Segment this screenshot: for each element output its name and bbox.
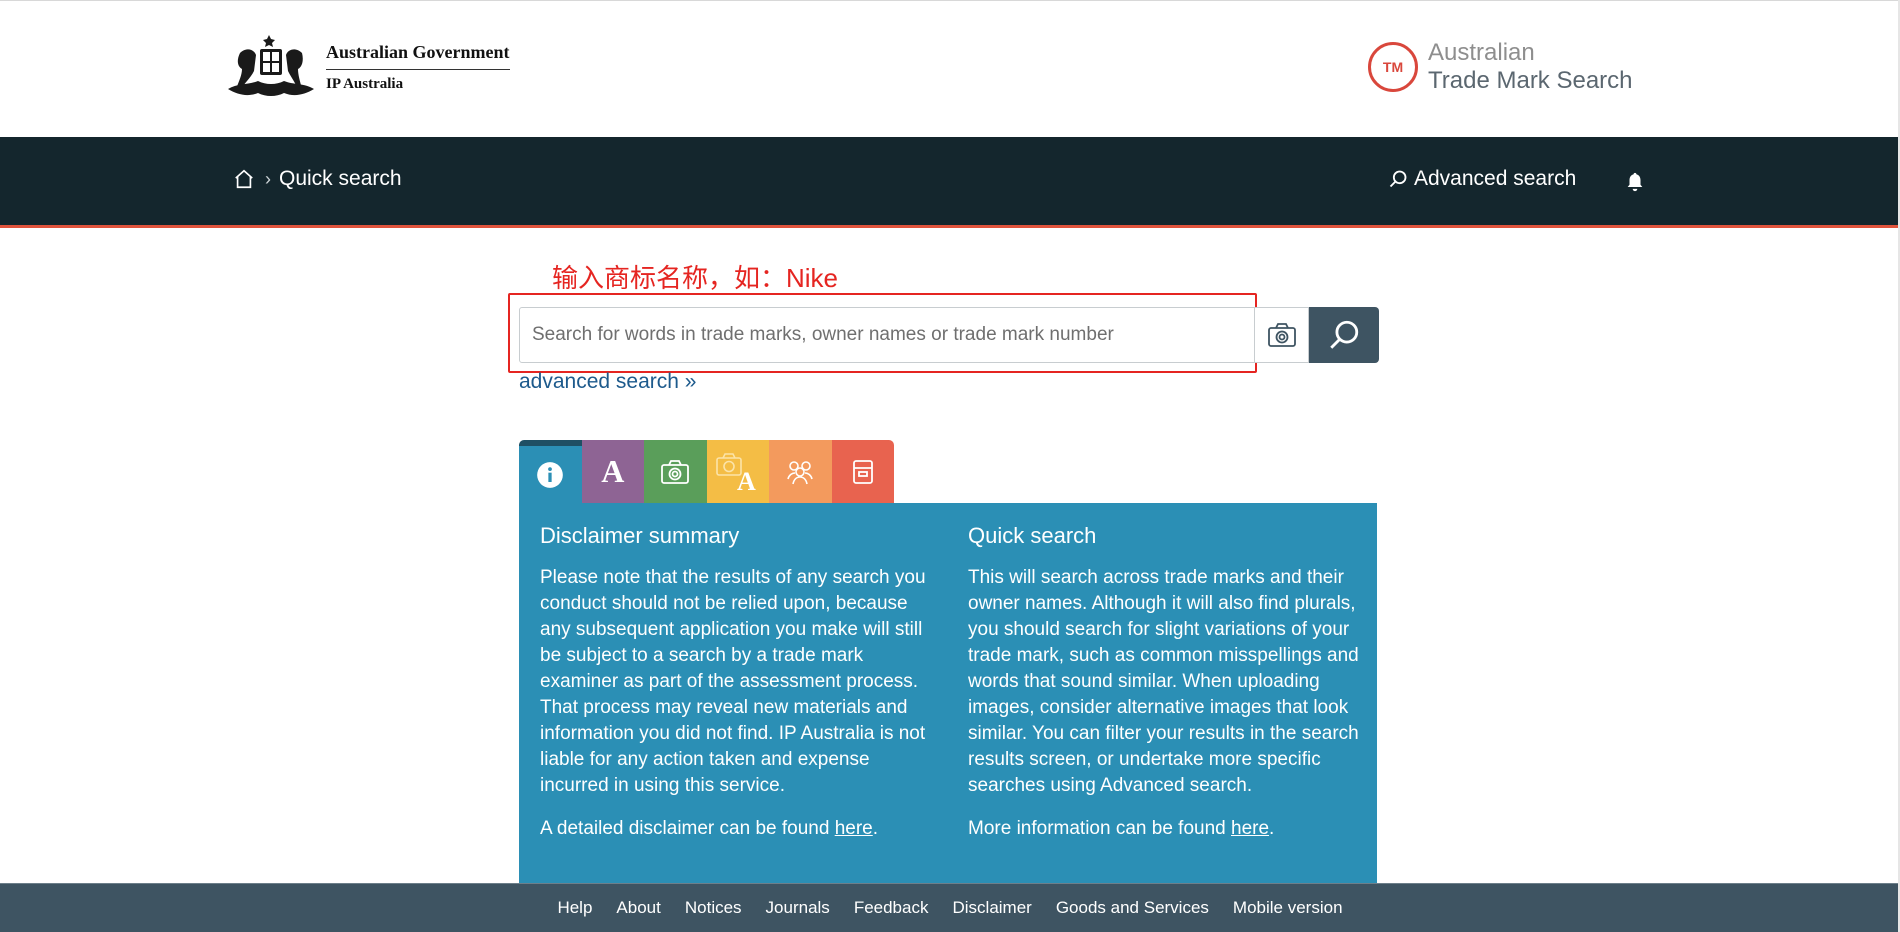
annotation-hint: 输入商标名称，如：Nike: [552, 263, 839, 293]
chevron-right-icon: ›: [265, 168, 271, 189]
quick-search-body: This will search across trade marks and …: [968, 567, 1359, 796]
coat-of-arms-icon: [228, 35, 314, 96]
info-icon: [537, 461, 564, 488]
info-panel: Disclaimer summary Please note that the …: [519, 503, 1377, 883]
tm-badge-icon: TM: [1368, 42, 1418, 92]
footer-link-notices[interactable]: Notices: [685, 898, 742, 918]
disclaimer-here-link[interactable]: here: [835, 818, 873, 839]
footer-link-goods-and-services[interactable]: Goods and Services: [1056, 898, 1209, 918]
quick-search-title: Quick search: [968, 523, 1097, 548]
australian-government-logo[interactable]: Australian Government IP Australia: [222, 31, 510, 103]
footer-link-disclaimer[interactable]: Disclaimer: [952, 898, 1031, 918]
camera-icon: [1267, 323, 1296, 347]
home-icon[interactable]: [233, 168, 255, 190]
site-name-line2: Trade Mark Search: [1428, 67, 1633, 94]
tab-number[interactable]: [831, 440, 894, 503]
letter-a-icon: A: [601, 453, 625, 489]
advanced-search-label: Advanced search: [1414, 167, 1577, 190]
document-icon: [852, 459, 873, 484]
site-name-line1: Australian: [1428, 39, 1535, 66]
agency-name: IP Australia: [326, 75, 404, 92]
disclaimer-more: A detailed disclaimer can be found here.: [540, 818, 878, 839]
footer-link-mobile-version[interactable]: Mobile version: [1233, 898, 1343, 918]
footer-link-feedback[interactable]: Feedback: [854, 898, 929, 918]
breadcrumb: › Quick search: [233, 167, 402, 191]
annotation-highlight-box: [508, 293, 1257, 373]
disclaimer-summary: Disclaimer summary Please note that the …: [540, 523, 932, 842]
trade-mark-search-logo[interactable]: TM Australian Trade Mark Search: [1368, 39, 1633, 95]
tab-info[interactable]: [519, 440, 582, 503]
advanced-search-link[interactable]: advanced search »: [519, 370, 696, 394]
more-info-here-link[interactable]: here: [1231, 818, 1269, 839]
advanced-search-nav-link[interactable]: Advanced search: [1388, 167, 1576, 191]
footer-link-about[interactable]: About: [616, 898, 660, 918]
breadcrumb-current: Quick search: [279, 167, 402, 190]
image-search-button[interactable]: [1255, 307, 1309, 363]
tab-word[interactable]: A: [581, 440, 644, 503]
search-icon: [1330, 320, 1359, 349]
quick-search-more: More information can be found here.: [968, 818, 1275, 839]
search-type-tabs: A A: [519, 440, 894, 503]
disclaimer-title: Disclaimer summary: [540, 523, 740, 548]
footer-link-journals[interactable]: Journals: [766, 898, 830, 918]
search-button[interactable]: [1309, 307, 1379, 363]
tab-image[interactable]: [644, 440, 707, 503]
tab-owner[interactable]: [769, 440, 832, 503]
tab-word-and-image[interactable]: A: [706, 440, 769, 503]
search-icon: [1389, 170, 1407, 188]
site-header: Australian Government IP Australia TM Au…: [0, 0, 1900, 137]
site-footer: Help About Notices Journals Feedback Dis…: [0, 883, 1900, 932]
combo-letter: A: [737, 467, 756, 492]
camera-icon: [661, 459, 690, 484]
disclaimer-body: Please note that the results of any sear…: [540, 567, 926, 796]
main-nav: › Quick search Advanced search: [0, 137, 1900, 228]
camera-letter-icon: A: [715, 452, 756, 492]
people-icon: [787, 460, 814, 484]
gov-name: Australian Government: [326, 42, 510, 70]
footer-link-help[interactable]: Help: [557, 898, 592, 918]
bell-icon[interactable]: [1624, 170, 1646, 194]
quick-search-info: Quick search This will search across tra…: [968, 523, 1368, 842]
